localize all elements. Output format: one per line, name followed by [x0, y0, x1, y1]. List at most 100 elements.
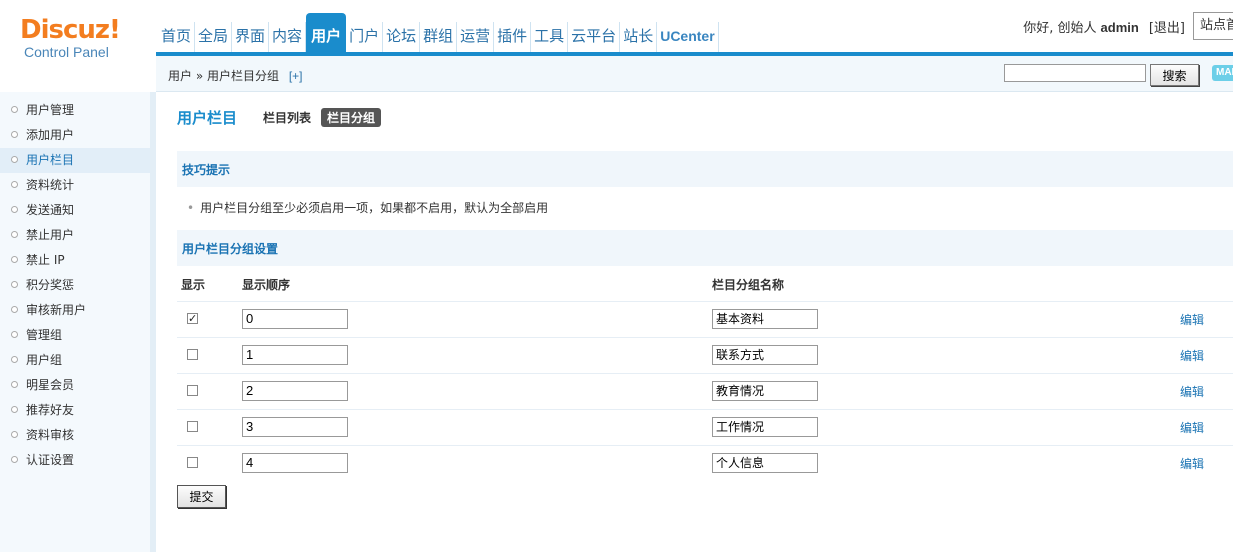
nav-operation[interactable]: 运营 — [457, 22, 495, 52]
bullet-icon — [11, 106, 18, 113]
sidebar-item-label: 禁止用户 — [26, 228, 75, 242]
sidebar-item-label: 用户栏目 — [26, 153, 75, 167]
bullet-icon — [11, 331, 18, 338]
column-header-order: 显示顺序 — [242, 278, 291, 292]
nav-ucenter[interactable]: UCenter — [657, 22, 719, 52]
greeting: 你好, 创始人 admin — [1023, 17, 1143, 36]
sidebar-item-profile-stats[interactable]: 资料统计 — [0, 173, 150, 198]
bullet-icon — [11, 131, 18, 138]
order-input[interactable]: 0 — [242, 309, 348, 329]
greeting-text: 你好, 创始人 — [1023, 20, 1097, 36]
column-header-show: 显示 — [181, 278, 206, 292]
group-name-input[interactable]: 个人信息 — [712, 453, 818, 473]
bullet-icon — [11, 156, 18, 163]
sidebar-item-label: 资料统计 — [26, 178, 75, 192]
nav-portal[interactable]: 门户 — [346, 22, 384, 52]
sidebar-item-ban-ip[interactable]: 禁止 IP — [0, 248, 150, 273]
show-checkbox[interactable] — [187, 349, 198, 360]
section-header: 用户栏目 栏目列表 栏目分组 — [177, 107, 382, 128]
tip-text: 用户栏目分组至少必须启用一项，如果都不启用，默认为全部启用 — [200, 201, 549, 215]
breadcrumb: 用户 » 用户栏目分组 [+] — [168, 67, 303, 84]
nav-global[interactable]: 全局 — [195, 22, 233, 52]
bullet-icon — [11, 256, 18, 263]
site-home-link[interactable]: 站点首页 — [1193, 12, 1233, 40]
order-input[interactable]: 1 — [242, 345, 348, 365]
map-button[interactable]: MAP — [1212, 65, 1233, 81]
nav-interface[interactable]: 界面 — [232, 22, 270, 52]
bullet-icon — [11, 406, 18, 413]
add-shortcut-link[interactable]: [+] — [289, 69, 303, 83]
search-button[interactable]: 搜索 — [1150, 64, 1199, 86]
show-checkbox[interactable] — [187, 385, 198, 396]
sidebar-item-label: 管理组 — [26, 328, 63, 342]
group-name-input[interactable]: 教育情况 — [712, 381, 818, 401]
sidebar-item-moderate-users[interactable]: 审核新用户 — [0, 298, 150, 323]
bullet-icon — [11, 281, 18, 288]
bullet-icon — [11, 206, 18, 213]
sidebar-item-user-groups[interactable]: 用户组 — [0, 348, 150, 373]
order-input[interactable]: 3 — [242, 417, 348, 437]
tips-title: 技巧提示 — [182, 163, 231, 177]
bullet-icon: • — [187, 201, 195, 215]
logo-sub-text: Control Panel — [24, 44, 109, 60]
group-name-input[interactable]: 工作情况 — [712, 417, 818, 437]
settings-header: 用户栏目分组设置 — [177, 230, 1233, 266]
order-input[interactable]: 2 — [242, 381, 348, 401]
column-header-name: 栏目分组名称 — [712, 278, 785, 292]
sidebar-item-user-manage[interactable]: 用户管理 — [0, 98, 150, 123]
edit-link[interactable]: 编辑 — [1180, 311, 1204, 328]
sidebar-item-label: 添加用户 — [26, 128, 75, 142]
nav-tools[interactable]: 工具 — [531, 22, 569, 52]
sidebar-item-ban-user[interactable]: 禁止用户 — [0, 223, 150, 248]
nav-group[interactable]: 群组 — [420, 22, 458, 52]
search-input[interactable] — [1004, 64, 1146, 82]
edit-link[interactable]: 编辑 — [1180, 383, 1204, 400]
nav-webmaster[interactable]: 站长 — [620, 22, 658, 52]
bullet-icon — [11, 456, 18, 463]
sidebar-item-label: 认证设置 — [26, 453, 75, 467]
header: Discuz! Control Panel 首页 全局 界面 内容 用户 门户 … — [0, 0, 1233, 60]
sidebar-item-label: 资料审核 — [26, 428, 75, 442]
submit-button[interactable]: 提交 — [177, 485, 226, 508]
sidebar-item-credits[interactable]: 积分奖惩 — [0, 273, 150, 298]
sidebar-item-admin-groups[interactable]: 管理组 — [0, 323, 150, 348]
edit-link[interactable]: 编辑 — [1180, 347, 1204, 364]
bullet-icon — [11, 381, 18, 388]
bullet-icon — [11, 231, 18, 238]
show-checkbox[interactable] — [187, 421, 198, 432]
sidebar-item-star-members[interactable]: 明星会员 — [0, 373, 150, 398]
bullet-icon — [11, 356, 18, 363]
sidebar-item-send-notice[interactable]: 发送通知 — [0, 198, 150, 223]
sidebar-item-label: 推荐好友 — [26, 403, 75, 417]
table-row: 1 联系方式 编辑 — [177, 338, 1233, 374]
tab-column-list[interactable]: 栏目列表 — [263, 109, 311, 126]
nav-user[interactable]: 用户 — [306, 13, 347, 52]
nav-content[interactable]: 内容 — [269, 22, 307, 52]
tips-header: 技巧提示 — [177, 151, 1233, 187]
order-input[interactable]: 4 — [242, 453, 348, 473]
show-checkbox[interactable] — [187, 457, 198, 468]
sidebar-item-add-user[interactable]: 添加用户 — [0, 123, 150, 148]
top-nav: 首页 全局 界面 内容 用户 门户 论坛 群组 运营 插件 工具 云平台 站长 … — [158, 13, 719, 52]
nav-home[interactable]: 首页 — [158, 22, 196, 52]
sidebar-item-label: 积分奖惩 — [26, 278, 75, 292]
group-name-input[interactable]: 基本资料 — [712, 309, 818, 329]
group-name-input[interactable]: 联系方式 — [712, 345, 818, 365]
logout-link[interactable]: [退出] — [1149, 17, 1185, 36]
nav-plugin[interactable]: 插件 — [494, 22, 532, 52]
page-title: 用户栏目 — [177, 109, 238, 127]
nav-forum[interactable]: 论坛 — [383, 22, 421, 52]
sidebar-item-profile-review[interactable]: 资料审核 — [0, 423, 150, 448]
sidebar-item-user-columns[interactable]: 用户栏目 — [0, 148, 150, 173]
show-checkbox[interactable]: ✓ — [187, 313, 198, 324]
tip-item: • 用户栏目分组至少必须启用一项，如果都不启用，默认为全部启用 — [187, 199, 548, 216]
sidebar-item-recommend-friends[interactable]: 推荐好友 — [0, 398, 150, 423]
edit-link[interactable]: 编辑 — [1180, 455, 1204, 472]
nav-cloud[interactable]: 云平台 — [568, 22, 621, 52]
discuz-logo[interactable]: Discuz! Control Panel — [20, 16, 150, 60]
tab-column-groups[interactable]: 栏目分组 — [321, 108, 382, 127]
settings-title: 用户栏目分组设置 — [182, 242, 279, 256]
edit-link[interactable]: 编辑 — [1180, 419, 1204, 436]
sidebar-item-verify-settings[interactable]: 认证设置 — [0, 448, 150, 473]
sidebar-item-label: 发送通知 — [26, 203, 75, 217]
